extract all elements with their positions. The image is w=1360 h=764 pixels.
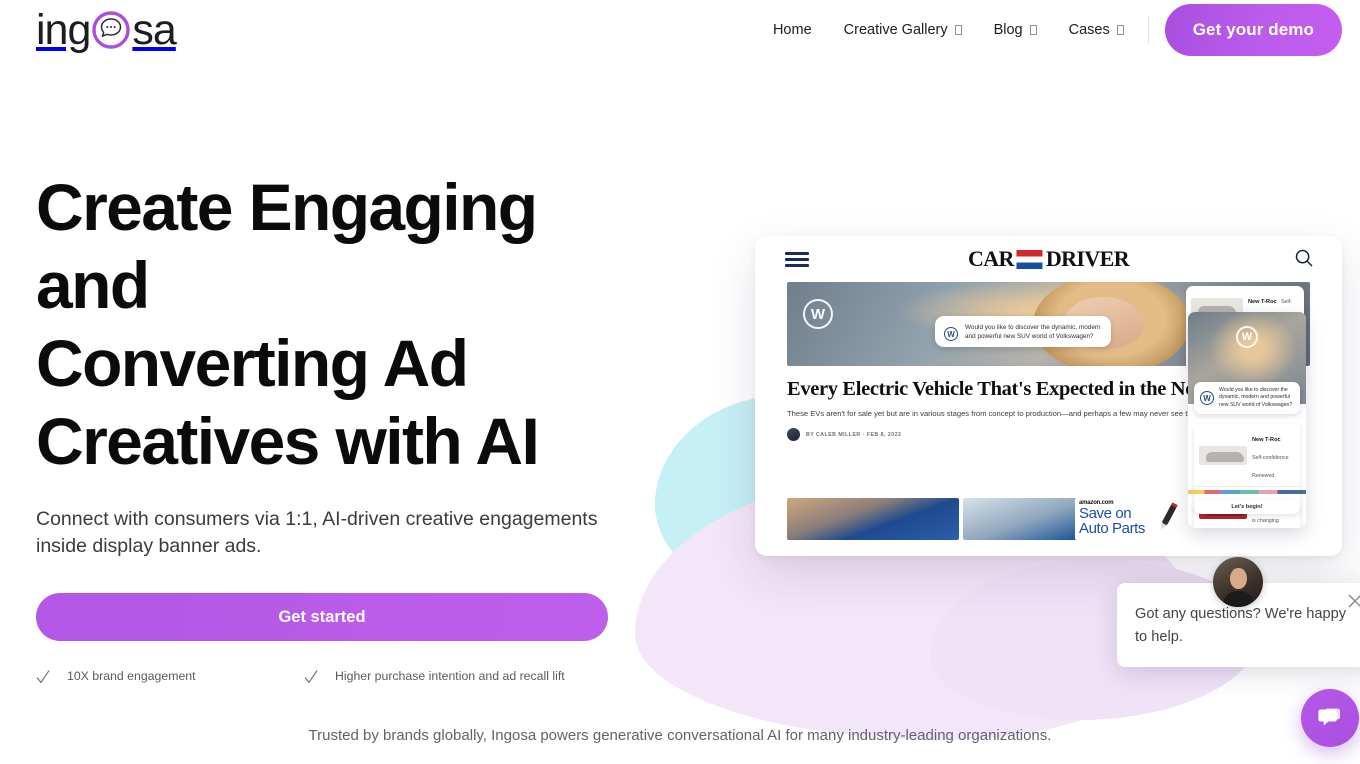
phone-ad-chat-bubble: W Would you like to discover the dynamic…: [1194, 382, 1300, 415]
feature-item-label: Higher purchase intention and ad recall …: [335, 669, 565, 683]
nav-divider: [1147, 16, 1149, 44]
nav-item-creative-gallery[interactable]: Creative Gallery: [828, 22, 978, 38]
headline-line-1: Create Engaging and: [36, 170, 538, 322]
phone-ad-color-strip: [1188, 490, 1306, 494]
volkswagen-logo-icon: W: [1200, 391, 1214, 405]
chevron-down-icon: [954, 25, 962, 35]
site-name-and-badge: AND: [1016, 249, 1043, 269]
hero-phone-mockup: W Would you like to discover the dynamic…: [1188, 312, 1306, 528]
chevron-down-icon: [1029, 25, 1037, 35]
pen-icon: [1151, 500, 1185, 534]
nav-item-cases[interactable]: Cases: [1053, 22, 1140, 38]
logo-text-left: ing: [36, 5, 91, 54]
get-your-demo-button[interactable]: Get your demo: [1164, 4, 1342, 56]
landing-page: ing sa Home Creative Gallery Blog Cases …: [0, 0, 1360, 764]
logo-text-right: sa: [132, 5, 176, 54]
hero-feature-list: 10X brand engagement Higher purchase int…: [36, 667, 656, 686]
main-nav: Home Creative Gallery Blog Cases Get you…: [757, 0, 1342, 60]
nav-item-home[interactable]: Home: [757, 22, 828, 38]
nav-item-blog-label: Blog: [993, 22, 1023, 38]
search-icon[interactable]: [1294, 248, 1314, 268]
article-byline-text: BY CALEB MILLER · FEB 8, 2022: [806, 431, 902, 438]
mockup-site-topbar: CAR AND DRIVER: [755, 236, 1342, 282]
get-started-button[interactable]: Get started: [36, 593, 608, 641]
amazon-banner-ad[interactable]: amazon.com Save on Auto Parts: [1075, 498, 1193, 540]
nav-item-blog[interactable]: Blog: [978, 22, 1053, 38]
article-thumbnail: [787, 498, 959, 540]
feature-item-label: 10X brand engagement: [67, 669, 196, 683]
chat-bubble-icon[interactable]: [1301, 689, 1359, 747]
car-thumbnail: [1199, 445, 1247, 465]
logo[interactable]: ing sa: [36, 5, 177, 54]
volkswagen-logo-icon: W: [944, 327, 958, 341]
chat-bubble-circle-icon: [91, 10, 131, 50]
site-name-and-label: AND: [1022, 255, 1037, 263]
car-desc: Self-confidence Renewed: [1252, 455, 1289, 479]
volkswagen-logo-icon: [803, 299, 833, 329]
nav-item-home-label: Home: [772, 22, 812, 38]
feature-item: 10X brand engagement: [36, 667, 304, 686]
chevron-down-icon: [1116, 25, 1124, 35]
site-name-part2: DRIVER: [1045, 246, 1130, 271]
hamburger-menu-icon[interactable]: [785, 252, 809, 267]
check-icon: [36, 669, 50, 685]
trusted-by-text: Trusted by brands globally, Ingosa power…: [308, 727, 1052, 744]
avatar: [1213, 557, 1263, 607]
headline-line-3: Creatives with AI: [36, 404, 540, 478]
car-name: New T-Roc: [1248, 299, 1277, 305]
mockup-site-logo: CAR AND DRIVER: [967, 246, 1130, 271]
feature-item: Higher purchase intention and ad recall …: [304, 667, 574, 686]
phone-ad-chat-message: Would you like to discover the dynamic, …: [1219, 387, 1293, 408]
volkswagen-logo-icon: [1236, 326, 1258, 348]
site-name-part1: CAR: [967, 246, 1014, 271]
author-avatar: [787, 428, 800, 441]
site-header: ing sa Home Creative Gallery Blog Cases …: [0, 0, 1360, 60]
close-icon[interactable]: [1347, 593, 1360, 609]
page-title: Create Engaging and Converting Ad Creati…: [36, 168, 656, 480]
check-icon: [304, 669, 318, 685]
ad-car-item[interactable]: New T-Roc Self-confidence Renewed: [1194, 424, 1300, 487]
nav-item-cases-label: Cases: [1068, 22, 1110, 38]
nav-item-creative-gallery-label: Creative Gallery: [843, 22, 948, 38]
phone-ad-lets-begin-button[interactable]: Let's begin!: [1194, 500, 1300, 514]
headline-line-2: Converting Ad: [36, 326, 469, 400]
car-name: New T-Roc: [1252, 437, 1281, 443]
hero-subheading: Connect with consumers via 1:1, AI-drive…: [36, 508, 598, 557]
ad-chat-message: Would you like to discover the dynamic, …: [965, 324, 1101, 341]
chat-widget-message: Got any questions? We're happy to help.: [1135, 606, 1347, 645]
ad-chat-bubble: W Would you like to discover the dynamic…: [935, 316, 1111, 348]
hero-content: Create Engaging and Converting Ad Creati…: [36, 168, 656, 686]
